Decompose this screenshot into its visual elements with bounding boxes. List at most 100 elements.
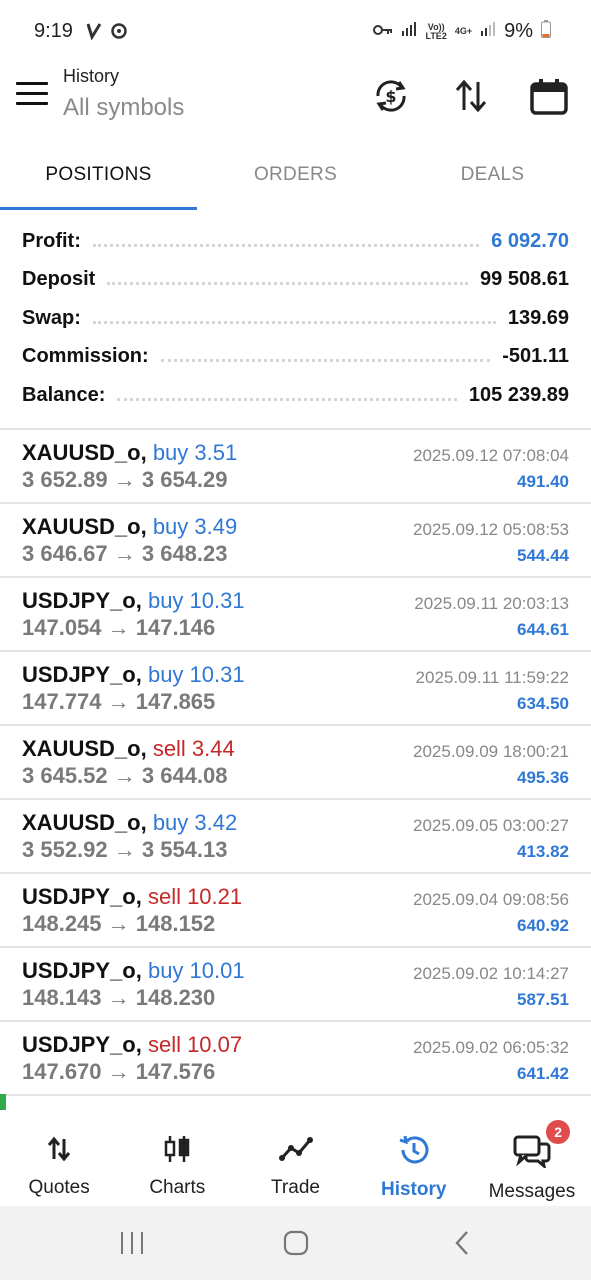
position-side: buy 10.31: [147, 588, 245, 613]
position-symbol: XAUUSD_o, sell 3.44: [22, 736, 235, 761]
position-symbol: XAUUSD_o, buy 3.51: [22, 440, 238, 465]
summary-row-commission: Commission: -501.11: [22, 345, 569, 368]
history-tabs: POSITIONS ORDERS DEALS: [0, 148, 591, 210]
position-prices: 147.670 → 147.576: [22, 1059, 216, 1084]
list-item[interactable]: XAUUSD_o, sell 3.44 3 645.52 → 3 644.08 20…: [0, 726, 591, 800]
position-profit: 587.51: [517, 990, 569, 1009]
list-item[interactable]: USDJPY_o, buy 10.31 147.774 → 147.865 2025…: [0, 652, 591, 726]
network-4g-label: 4G+: [454, 26, 473, 36]
position-time: 2025.09.02 06:05:32: [413, 1038, 569, 1057]
list-item[interactable]: USDJPY_o, sell 10.21 148.245 → 148.152 202…: [0, 874, 591, 948]
active-tab-indicator: [0, 207, 197, 210]
nav-charts[interactable]: Charts: [118, 1110, 236, 1206]
signal-check-icon: [86, 22, 102, 45]
position-time: 2025.09.05 03:00:27: [413, 816, 569, 835]
nav-history[interactable]: History: [355, 1110, 473, 1206]
position-marker: [0, 1094, 6, 1110]
position-profit: 413.82: [517, 842, 569, 861]
position-prices: 3 552.92 → 3 554.13: [22, 837, 228, 862]
summary-row-profit: Profit: 6 092.70: [22, 229, 569, 252]
list-item[interactable]: XAUUSD_o, buy 3.49 3 646.67 → 3 648.23 202…: [0, 504, 591, 578]
position-side: buy 3.51: [152, 440, 238, 465]
position-symbol: USDJPY_o, buy 10.01: [22, 958, 245, 983]
tab-positions[interactable]: POSITIONS: [0, 148, 197, 210]
list-item[interactable]: XAUUSD_o, buy 3.42 3 552.92 → 3 554.13 202…: [0, 800, 591, 874]
profit-value: 6 092.70: [491, 229, 569, 252]
commission-value: -501.11: [502, 345, 569, 368]
system-navigation-bar: [0, 1206, 591, 1280]
summary-row-swap: Swap: 139.69: [22, 306, 569, 329]
app-header: History All symbols $: [0, 64, 591, 144]
position-profit: 641.42: [517, 1064, 569, 1083]
position-symbol: USDJPY_o, buy 10.31: [22, 588, 245, 613]
position-symbol: USDJPY_o, sell 10.07: [22, 1032, 243, 1057]
position-profit: 491.40: [517, 472, 569, 491]
position-side: buy 10.01: [147, 958, 245, 983]
position-side: sell 10.07: [147, 1032, 243, 1057]
battery-percent: 9%: [504, 20, 533, 42]
account-summary: Profit: 6 092.70 Deposit 99 508.61 Swap:…: [0, 222, 591, 415]
position-side: buy 3.49: [152, 514, 238, 539]
calendar-icon[interactable]: [527, 74, 571, 118]
swap-value: 139.69: [507, 306, 569, 329]
status-bar: 9:19 Vo)) LTE2 4G+ 9%: [0, 0, 591, 64]
position-prices: 3 645.52 → 3 644.08: [22, 763, 228, 788]
nav-trade[interactable]: Trade: [236, 1110, 354, 1206]
cell-signal-icon: [480, 21, 496, 42]
positions-list: XAUUSD_o, buy 3.51 3 652.89 → 3 654.29 202…: [0, 430, 591, 1096]
back-icon[interactable]: [442, 1228, 482, 1258]
home-icon[interactable]: [276, 1228, 316, 1258]
list-item-partial[interactable]: [0, 1094, 591, 1110]
messages-icon: [513, 1134, 551, 1173]
wifi-calling-icon: [401, 21, 417, 42]
position-prices: 148.245 → 148.152: [22, 911, 216, 936]
summary-row-deposit: Deposit 99 508.61: [22, 268, 569, 291]
position-side: buy 3.42: [152, 810, 238, 835]
lte2-label: LTE2: [425, 30, 447, 41]
status-time: 9:19: [34, 20, 73, 42]
position-time: 2025.09.12 07:08:04: [413, 446, 569, 465]
list-item[interactable]: USDJPY_o, buy 10.31 147.054 → 147.146 2025…: [0, 578, 591, 652]
position-time: 2025.09.11 20:03:13: [414, 594, 569, 613]
candlestick-icon: [162, 1134, 192, 1169]
position-side: buy 10.31: [147, 662, 245, 687]
position-side: sell 3.44: [152, 736, 235, 761]
balance-value: 105 239.89: [468, 383, 569, 406]
quotes-icon: [44, 1134, 74, 1169]
tab-deals[interactable]: DEALS: [394, 148, 591, 210]
sort-icon[interactable]: [449, 74, 493, 118]
symbol-filter[interactable]: All symbols: [63, 94, 184, 122]
battery-icon: [541, 20, 551, 43]
position-profit: 634.50: [517, 694, 569, 713]
nav-quotes[interactable]: Quotes: [0, 1110, 118, 1206]
position-prices: 3 646.67 → 3 648.23: [22, 541, 228, 566]
position-profit: 544.44: [517, 546, 569, 565]
history-clock-icon: [397, 1134, 431, 1171]
position-symbol: USDJPY_o, buy 10.31: [22, 662, 245, 687]
deposit-value: 99 508.61: [480, 268, 569, 291]
position-time: 2025.09.02 10:14:27: [413, 964, 569, 983]
position-prices: 148.143 → 148.230: [22, 985, 216, 1010]
trade-icon: [278, 1134, 313, 1169]
position-prices: 147.774 → 147.865: [22, 689, 216, 714]
position-prices: 3 652.89 → 3 654.29: [22, 467, 228, 492]
position-time: 2025.09.04 09:08:56: [413, 890, 569, 909]
position-time: 2025.09.12 05:08:53: [413, 520, 569, 539]
svg-text:$: $: [385, 87, 396, 106]
currency-exchange-icon[interactable]: $: [369, 74, 413, 118]
recent-apps-icon[interactable]: [112, 1228, 152, 1258]
key-icon: [373, 23, 393, 41]
nav-messages[interactable]: 2 Messages: [473, 1110, 591, 1206]
list-item[interactable]: USDJPY_o, buy 10.01 148.143 → 148.230 2025…: [0, 948, 591, 1022]
tab-orders[interactable]: ORDERS: [197, 148, 394, 210]
position-symbol: XAUUSD_o, buy 3.42: [22, 810, 238, 835]
menu-icon[interactable]: [16, 82, 48, 108]
list-item[interactable]: USDJPY_o, sell 10.07 147.670 → 147.576 202…: [0, 1022, 591, 1096]
position-time: 2025.09.09 18:00:21: [413, 742, 569, 761]
list-item[interactable]: XAUUSD_o, buy 3.51 3 652.89 → 3 654.29 202…: [0, 430, 591, 504]
sync-icon: [110, 22, 128, 45]
position-side: sell 10.21: [147, 884, 243, 909]
position-time: 2025.09.11 11:59:22: [415, 668, 569, 687]
messages-badge: 2: [546, 1120, 571, 1144]
position-symbol: USDJPY_o, sell 10.21: [22, 884, 243, 909]
